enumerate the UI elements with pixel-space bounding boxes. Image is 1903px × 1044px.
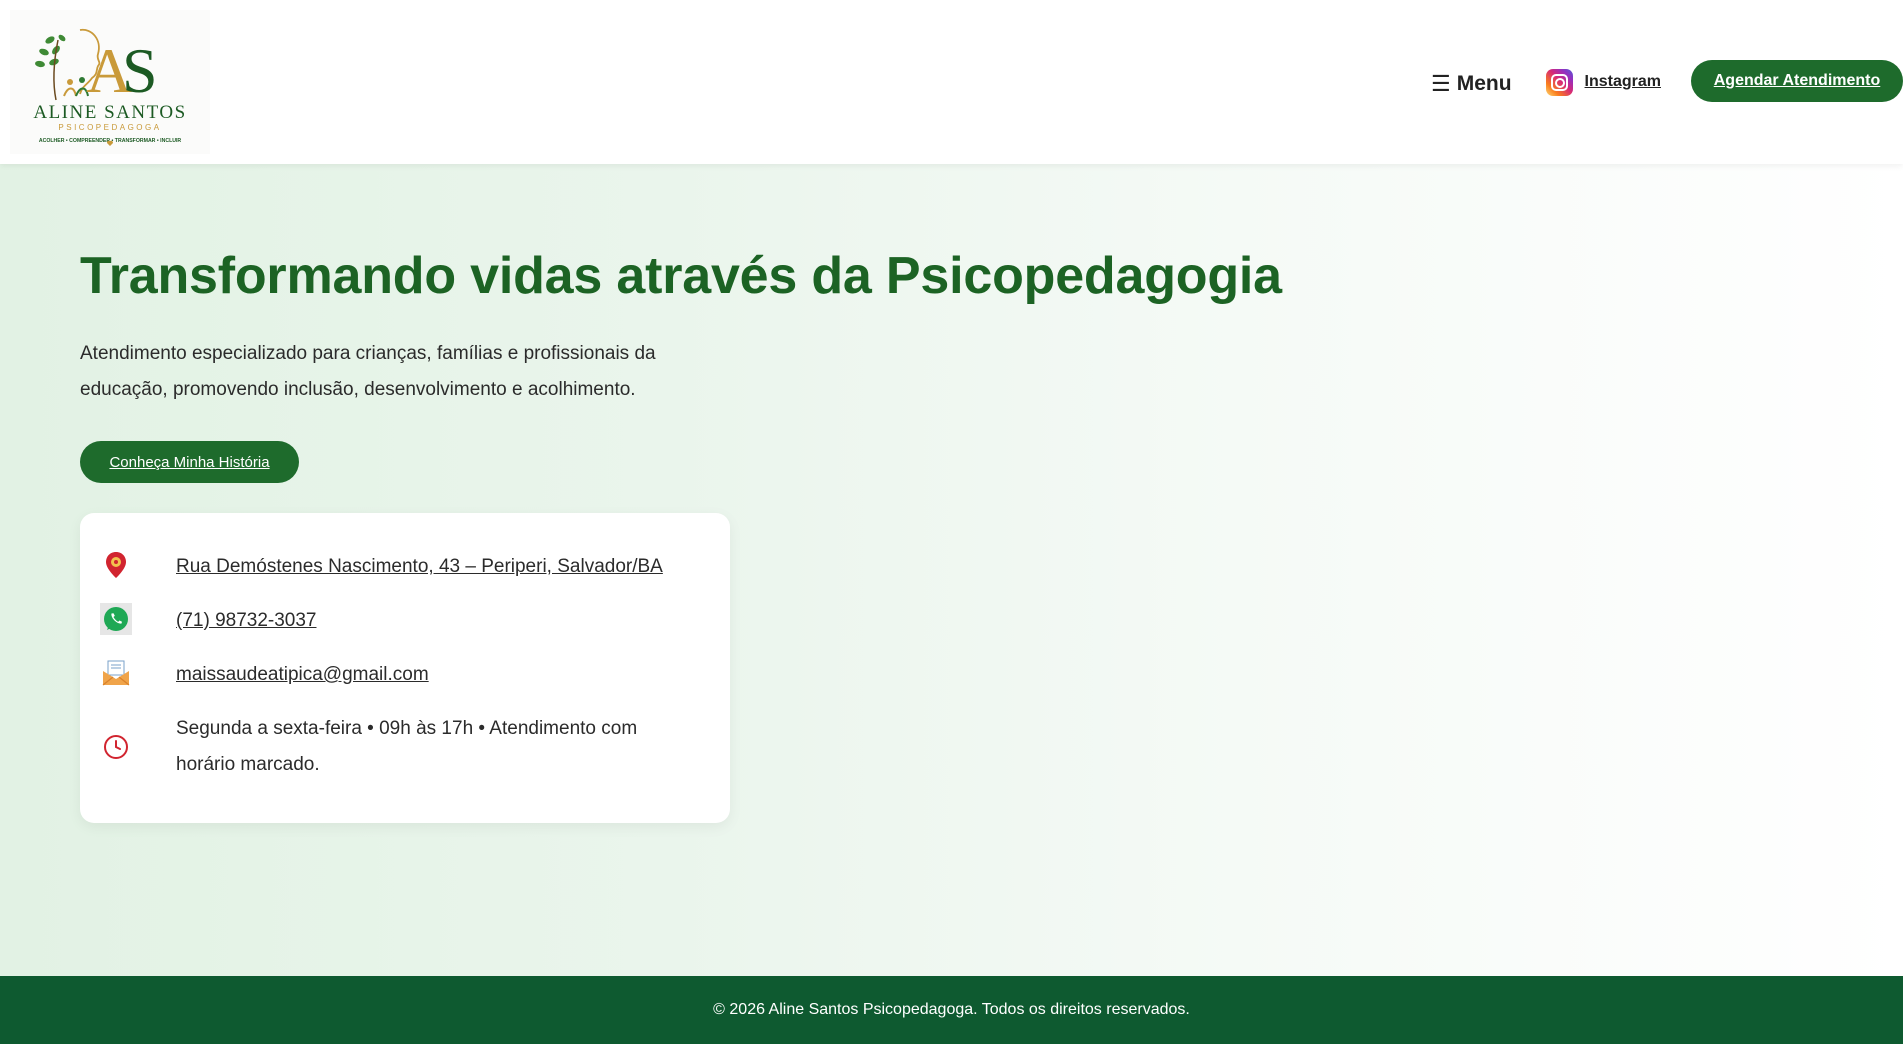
menu-button[interactable]: ☰ Menu: [1431, 71, 1512, 97]
location-pin-icon: [100, 549, 132, 581]
menu-label: Menu: [1456, 72, 1512, 95]
footer-copyright: © 2026 Aline Santos Psicopedagoga. Todos…: [713, 1001, 1190, 1018]
site-header: A S ALINE SANTOS PSICOPEDAGOGA ACOLHER •…: [0, 0, 1903, 164]
instagram-label: Instagram: [1584, 73, 1661, 90]
hero-title: Transformando vidas através da Psicopeda…: [80, 247, 1282, 305]
header-nav: ☰ Menu Instagram Agendar Atendimento: [1431, 0, 1903, 164]
brand-logo[interactable]: A S ALINE SANTOS PSICOPEDAGOGA ACOLHER •…: [10, 10, 210, 154]
phone-link[interactable]: (71) 98732-3037: [176, 603, 317, 639]
logo-subtitle: PSICOPEDAGOGA: [58, 123, 161, 132]
contact-address-row: Rua Demóstenes Nascimento, 43 – Periperi…: [100, 549, 663, 585]
site-footer: © 2026 Aline Santos Psicopedagoga. Todos…: [0, 976, 1903, 1044]
my-story-button[interactable]: Conheça Minha História: [80, 441, 299, 483]
hero-subtitle: Atendimento especializado para crianças,…: [80, 343, 656, 400]
clock-icon: [100, 731, 132, 763]
hero-section: Transformando vidas através da Psicopeda…: [0, 164, 1903, 976]
business-hours: Segunda a sexta-feira • 09h às 17h • Ate…: [176, 718, 638, 775]
contact-phone-row: (71) 98732-3037: [100, 603, 317, 639]
instagram-icon: [1545, 68, 1573, 96]
address-link[interactable]: Rua Demóstenes Nascimento, 43 – Periperi…: [176, 549, 663, 585]
menu-icon: ☰: [1430, 71, 1451, 96]
contact-email-row: maissaudeatipica@gmail.com: [100, 657, 429, 693]
contact-hours-row: Segunda a sexta-feira • 09h às 17h • Ate…: [100, 711, 660, 783]
logo-monogram-s: S: [122, 35, 158, 106]
whatsapp-icon: [100, 603, 132, 635]
logo-graphic: A S ALINE SANTOS PSICOPEDAGOGA ACOLHER •…: [33, 28, 186, 146]
schedule-appointment-button[interactable]: Agendar Atendimento: [1691, 60, 1903, 102]
contact-card: Rua Demóstenes Nascimento, 43 – Periperi…: [80, 513, 730, 823]
logo-name: ALINE SANTOS: [33, 102, 186, 123]
email-link[interactable]: maissaudeatipica@gmail.com: [176, 657, 429, 693]
email-envelope-icon: [100, 657, 132, 689]
instagram-link[interactable]: Instagram: [1545, 68, 1661, 96]
